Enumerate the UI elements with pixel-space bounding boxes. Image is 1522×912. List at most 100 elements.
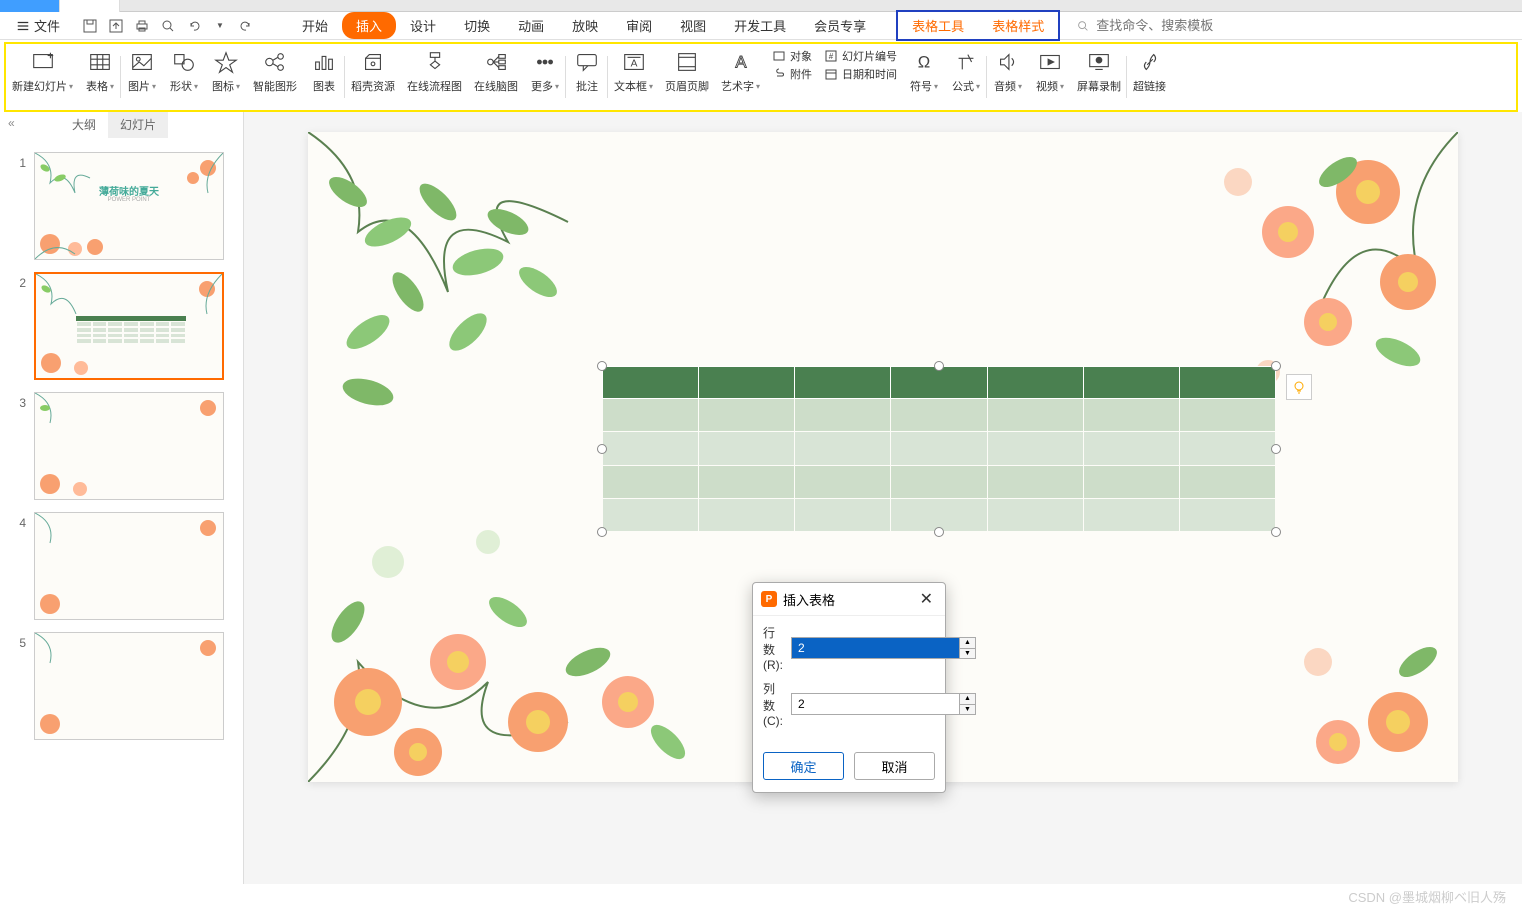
- svg-text:A: A: [630, 59, 637, 70]
- new-slide-icon: [28, 48, 58, 76]
- tab-developer[interactable]: 开发工具: [720, 12, 800, 39]
- search-input[interactable]: [1096, 18, 1236, 33]
- ribbon-smartart[interactable]: 智能图形: [247, 48, 303, 106]
- preview-icon[interactable]: [158, 16, 178, 36]
- ribbon: 新建幻灯片▾ 表格▾ 图片▾ 形状▾ 图标▾ 智能图形 图表 稻壳资源 在线流程…: [4, 42, 1518, 112]
- ribbon-shapes[interactable]: 形状▾: [163, 48, 205, 106]
- search-box[interactable]: [1076, 18, 1236, 33]
- lightbulb-icon: [1291, 379, 1307, 395]
- ribbon-more[interactable]: 更多▾: [524, 48, 566, 106]
- slide-thumb-4[interactable]: 4: [0, 506, 243, 626]
- cancel-button[interactable]: 取消: [854, 752, 935, 780]
- ok-button[interactable]: 确定: [763, 752, 844, 780]
- tab-table-style[interactable]: 表格样式: [978, 12, 1058, 39]
- slides-panel: 1 薄荷味的夏天 POWER POINT 2: [0, 138, 243, 884]
- ribbon-screenrec[interactable]: 屏幕录制: [1071, 48, 1127, 106]
- print-icon[interactable]: [132, 16, 152, 36]
- undo-icon[interactable]: [184, 16, 204, 36]
- resize-handle-mr[interactable]: [1271, 444, 1281, 454]
- cols-up-icon[interactable]: ▲: [960, 694, 975, 705]
- ribbon-equation[interactable]: 公式▾: [945, 48, 987, 106]
- rows-down-icon[interactable]: ▼: [960, 649, 975, 659]
- tab-table-tools[interactable]: 表格工具: [898, 12, 978, 39]
- context-tabs: 表格工具 表格样式: [896, 10, 1060, 41]
- tab-animation[interactable]: 动画: [504, 12, 558, 39]
- ribbon-attachment[interactable]: 附件: [772, 66, 812, 82]
- ribbon-textbox[interactable]: A 文本框▾: [608, 48, 659, 106]
- window-tab-active[interactable]: [0, 0, 60, 12]
- window-tab[interactable]: [60, 0, 120, 12]
- export-icon[interactable]: [106, 16, 126, 36]
- ribbon-new-slide[interactable]: 新建幻灯片▾: [6, 48, 79, 106]
- ribbon-slidenum[interactable]: #幻灯片编号: [824, 48, 897, 64]
- smart-tag-button[interactable]: [1286, 374, 1312, 400]
- tab-start[interactable]: 开始: [288, 12, 342, 39]
- ribbon-object[interactable]: 对象: [772, 48, 812, 64]
- screenrec-icon: [1084, 48, 1114, 76]
- ribbon-video[interactable]: 视频▾: [1029, 48, 1071, 106]
- slide-thumb-1[interactable]: 1 薄荷味的夏天 POWER POINT: [0, 146, 243, 266]
- tab-slideshow[interactable]: 放映: [558, 12, 612, 39]
- ribbon-mindmap[interactable]: 在线脑图: [468, 48, 524, 106]
- audio-icon: [993, 48, 1023, 76]
- redo-icon[interactable]: [236, 16, 256, 36]
- cols-label: 列数(C):: [763, 680, 783, 728]
- resize-handle-tm[interactable]: [934, 361, 944, 371]
- ribbon-small-insert2: #幻灯片编号 日期和时间: [818, 48, 903, 106]
- slide-thumb-2[interactable]: 2: [0, 266, 243, 386]
- chart-icon: [309, 48, 339, 76]
- insert-table-dialog: P 插入表格 ✕ 行数(R): ▲▼ 列数(C): ▲▼ 确定 取消: [752, 582, 946, 793]
- wordart-icon: A: [726, 48, 756, 76]
- slide-thumb-3[interactable]: 3: [0, 386, 243, 506]
- resize-handle-bm[interactable]: [934, 527, 944, 537]
- tab-member[interactable]: 会员专享: [800, 12, 880, 39]
- svg-text:Ω: Ω: [918, 53, 931, 72]
- resize-handle-tl[interactable]: [597, 361, 607, 371]
- ribbon-hyperlink[interactable]: 超链接: [1127, 48, 1172, 106]
- cols-spinner[interactable]: ▲▼: [791, 693, 976, 715]
- tab-transition[interactable]: 切换: [450, 12, 504, 39]
- ribbon-chart[interactable]: 图表: [303, 48, 345, 106]
- tab-design[interactable]: 设计: [396, 12, 450, 39]
- main-tabs: 开始 插入 设计 切换 动画 放映 审阅 视图 开发工具 会员专享: [288, 12, 880, 39]
- picture-icon: [127, 48, 157, 76]
- rows-up-icon[interactable]: ▲: [960, 638, 975, 649]
- ribbon-audio[interactable]: 音频▾: [987, 48, 1029, 106]
- ribbon-flowchart[interactable]: 在线流程图: [401, 48, 468, 106]
- video-icon: [1035, 48, 1065, 76]
- collapse-sidebar-icon[interactable]: «: [8, 116, 15, 130]
- tab-review[interactable]: 审阅: [612, 12, 666, 39]
- cols-down-icon[interactable]: ▼: [960, 705, 975, 715]
- sidebar-tab-slides[interactable]: 幻灯片: [108, 112, 168, 138]
- ribbon-datetime[interactable]: 日期和时间: [824, 66, 897, 82]
- ribbon-symbol[interactable]: Ω 符号▾: [903, 48, 945, 106]
- window-tabs: [0, 0, 1522, 12]
- ribbon-headerfooter[interactable]: 页眉页脚: [659, 48, 715, 106]
- tab-view[interactable]: 视图: [666, 12, 720, 39]
- dialog-close-button[interactable]: ✕: [916, 589, 937, 609]
- dropdown-arrow-icon[interactable]: ▼: [210, 16, 230, 36]
- resize-handle-ml[interactable]: [597, 444, 607, 454]
- resize-handle-bl[interactable]: [597, 527, 607, 537]
- quick-access-toolbar: ▼: [72, 16, 264, 36]
- cols-input[interactable]: [792, 694, 959, 714]
- rows-spinner[interactable]: ▲▼: [791, 637, 976, 659]
- rows-input[interactable]: [792, 638, 959, 658]
- ribbon-resource[interactable]: 稻壳资源: [345, 48, 401, 106]
- headerfooter-icon: [672, 48, 702, 76]
- mindmap-icon: [481, 48, 511, 76]
- resize-handle-br[interactable]: [1271, 527, 1281, 537]
- ribbon-wordart[interactable]: A 艺术字▾: [715, 48, 766, 106]
- tab-insert[interactable]: 插入: [342, 12, 396, 39]
- inserted-table[interactable]: [602, 366, 1276, 532]
- ribbon-comment[interactable]: 批注: [566, 48, 608, 106]
- svg-text:#: #: [829, 52, 834, 61]
- ribbon-picture[interactable]: 图片▾: [121, 48, 163, 106]
- ribbon-table[interactable]: 表格▾: [79, 48, 121, 106]
- sidebar-tab-outline[interactable]: 大纲: [60, 112, 108, 138]
- resize-handle-tr[interactable]: [1271, 361, 1281, 371]
- file-menu[interactable]: 文件: [8, 16, 68, 35]
- ribbon-icons[interactable]: 图标▾: [205, 48, 247, 106]
- save-icon[interactable]: [80, 16, 100, 36]
- slide-thumb-5[interactable]: 5: [0, 626, 243, 746]
